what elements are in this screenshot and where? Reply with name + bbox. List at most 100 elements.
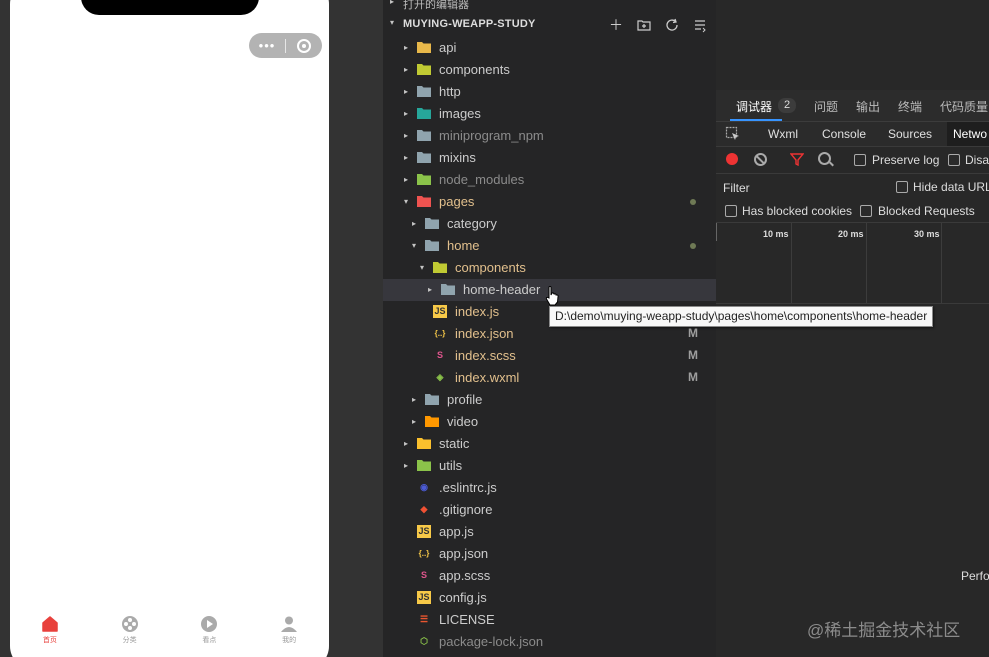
chevron-right-icon[interactable]: ▸ [409,415,419,429]
clear-icon[interactable] [754,153,767,166]
play-icon [201,616,218,632]
refresh-icon[interactable] [664,17,680,33]
chevron-right-icon[interactable]: ▸ [401,85,411,99]
chevron-right-icon[interactable]: ▸ [401,129,411,143]
record-icon[interactable] [726,153,738,165]
disable-cache-label: Disa [965,153,989,167]
tree-folder-row[interactable]: ▸ api [383,37,716,59]
tab-mine[interactable]: 我的 [249,610,329,650]
tree-folder-row[interactable]: ▸ miniprogram_npm [383,125,716,147]
tree-file-row[interactable]: Sindex.scss M [383,345,716,367]
more-dots-icon[interactable]: ••• [249,33,285,58]
tree-folder-row[interactable]: ▾ components [383,257,716,279]
has-blocked-cookies-checkbox[interactable] [725,205,737,217]
tree-folder-row[interactable]: ▸ video [383,411,716,433]
chevron-right-icon[interactable]: ▸ [401,437,411,451]
git-file-icon: ◆ [420,504,428,514]
tab-output[interactable]: 输出 [856,98,880,115]
folder-icon [417,459,431,472]
tree-folder-row[interactable]: ▸ http [383,81,716,103]
tree-item-label: video [447,414,479,429]
tab-home[interactable]: 首页 [10,610,90,650]
tree-folder-row[interactable]: ▸ node_modules [383,169,716,191]
eslint-file-icon: ◉ [420,482,428,492]
tree-item-label: api [439,40,457,55]
opened-editors-section[interactable]: ▸ 打开的编辑器 [383,0,716,12]
collapse-icon[interactable] [692,17,708,33]
tab-watch[interactable]: 看点 [170,610,250,650]
tree-folder-row[interactable]: ▸ mixins [383,147,716,169]
folder-icon [417,63,431,76]
chevron-right-icon[interactable]: ▸ [401,459,411,473]
folder-icon [417,129,431,142]
chevron-down-icon[interactable]: ▾ [409,239,419,253]
tree-file-row[interactable]: Sapp.scss [383,565,716,587]
chevron-right-icon[interactable]: ▸ [425,283,435,297]
tree-file-row[interactable]: ◆ .gitignore [383,499,716,521]
network-toolbar: Preserve log Disa [716,147,989,174]
chevron-right-icon[interactable]: ▸ [401,107,411,121]
blocked-requests-checkbox[interactable] [860,205,872,217]
preserve-log-checkbox[interactable] [854,154,866,166]
tree-folder-row[interactable]: ▸ static [383,433,716,455]
folder-icon [433,261,447,274]
tree-file-row[interactable]: JS config.js [383,587,716,609]
tab-terminal[interactable]: 终端 [898,98,922,115]
modified-badge: M [688,370,698,384]
tab-category[interactable]: 分类 [90,610,170,650]
folder-icon [417,437,431,450]
tree-folder-row[interactable]: ▸ components [383,59,716,81]
tree-item-label: .gitignore [439,502,493,517]
tab-debugger[interactable]: 调试器 [736,98,772,115]
menu-capsule[interactable]: ••• [249,33,322,58]
tree-folder-row[interactable]: ▸ utils [383,455,716,477]
new-file-icon[interactable]: ＋ [608,17,624,33]
disable-cache-checkbox[interactable] [948,154,960,166]
new-folder-icon[interactable] [636,17,652,33]
tab-code-quality[interactable]: 代码质量 [940,98,988,115]
tree-folder-row[interactable]: ▾ home [383,235,716,257]
hide-data-urls-checkbox[interactable] [896,181,908,193]
modified-badge: M [688,326,698,340]
tree-file-row[interactable]: {..} app.json [383,543,716,565]
chevron-right-icon[interactable]: ▸ [401,151,411,165]
tree-item-label: miniprogram_npm [439,128,544,143]
tree-folder-row[interactable]: ▾ pages [383,191,716,213]
tree-folder-row[interactable]: ▸ category [383,213,716,235]
opened-editors-title: 打开的编辑器 [403,0,469,11]
changes-dot [690,243,696,249]
tree-item-label: LICENSE [439,612,495,627]
chevron-right-icon[interactable]: ▸ [401,63,411,77]
chevron-down-icon[interactable]: ▾ [401,195,411,209]
tree-file-row[interactable]: JS app.js [383,521,716,543]
tab-problems[interactable]: 问题 [814,98,838,115]
chevron-right-icon[interactable]: ▸ [409,217,419,231]
modified-badge: M [688,348,698,362]
inspect-icon[interactable] [725,126,741,142]
tab-console[interactable]: Console [822,127,866,141]
tab-network[interactable]: Netwo [947,122,989,146]
filter-icon[interactable] [789,152,805,169]
tree-item-label: package-lock.json [439,634,544,649]
tree-folder-row[interactable]: ▸ profile [383,389,716,411]
chevron-right-icon[interactable]: ▸ [401,41,411,55]
target-circle-icon[interactable] [286,38,322,53]
tab-sources[interactable]: Sources [888,127,932,141]
tree-file-row[interactable]: ◈ index.wxml M [383,367,716,389]
project-section-header[interactable]: ▾ MUYING-WEAPP-STUDY ＋ [383,14,716,36]
network-timeline: 10 ms 20 ms 30 ms [716,222,989,304]
tree-file-row[interactable]: ⬡ package-lock.json [383,631,716,653]
tree-folder-row[interactable]: ▸ images [383,103,716,125]
chevron-down-icon[interactable]: ▾ [417,261,427,275]
tree-file-row[interactable]: ☰ LICENSE [383,609,716,631]
tab-wxml[interactable]: Wxml [768,127,798,141]
tab-bar: 首页 分类 看点 我的 [10,610,329,650]
search-icon[interactable] [818,152,831,165]
filter-label[interactable]: Filter [723,181,750,195]
chevron-down-icon: ▾ [390,18,395,27]
devtools-panel: 调试器 2 问题 输出 终端 代码质量 Wxml Console Sources… [716,0,989,657]
chevron-right-icon[interactable]: ▸ [401,173,411,187]
chevron-right-icon[interactable]: ▸ [409,393,419,407]
tree-file-row[interactable]: ◉ .eslintrc.js [383,477,716,499]
tree-item-label: http [439,84,461,99]
